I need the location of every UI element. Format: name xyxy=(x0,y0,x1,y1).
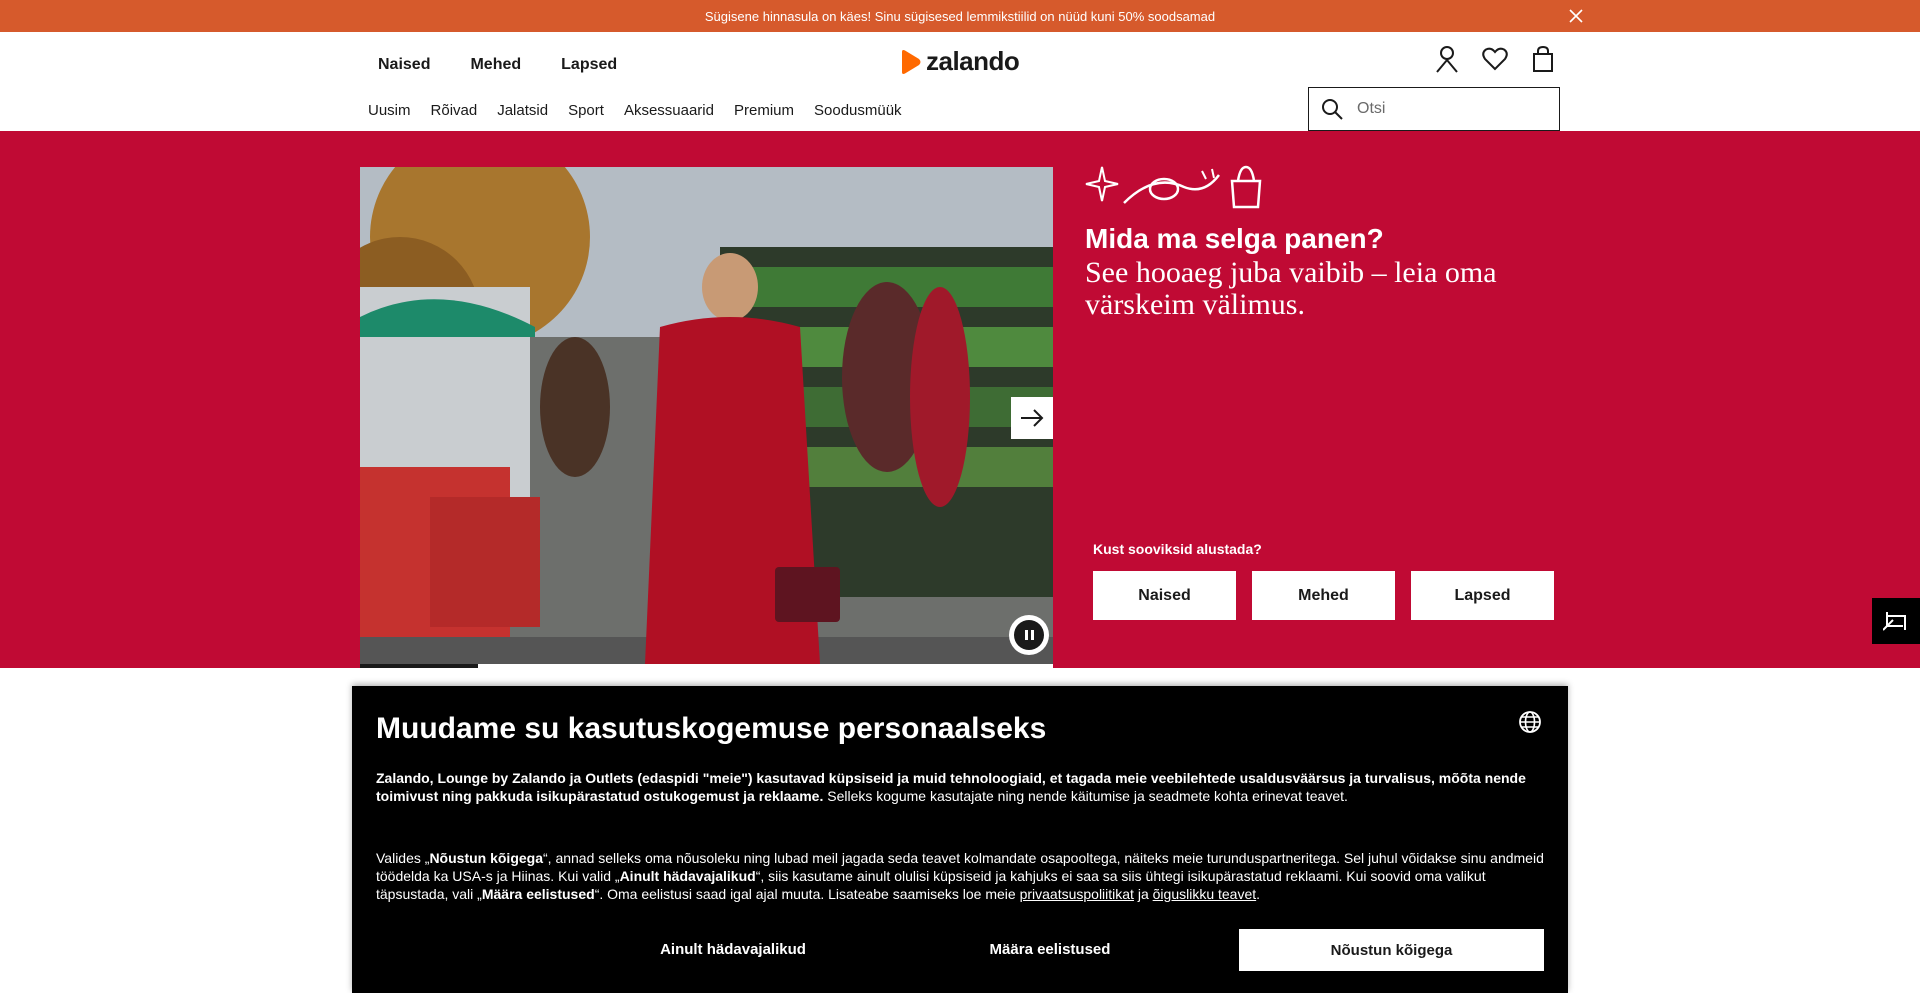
category-nav: Uusim Rõivad Jalatsid Sport Aksessuaarid… xyxy=(368,102,902,119)
hero-subtitle: See hooaeg juba vaibib – leia oma värske… xyxy=(1085,256,1497,321)
consent-text: . xyxy=(1256,886,1261,902)
next-slide-button[interactable] xyxy=(1011,397,1053,439)
consent-bold: Määra eelistused xyxy=(481,886,595,902)
header-icons xyxy=(1434,44,1556,74)
globe-icon[interactable] xyxy=(1518,710,1542,734)
feedback-tab[interactable] xyxy=(1872,598,1920,644)
hero-image[interactable] xyxy=(360,167,1053,664)
nav-sport[interactable]: Sport xyxy=(568,102,604,119)
consent-text: ja xyxy=(1133,886,1153,902)
tab-lapsed[interactable]: Lapsed xyxy=(561,56,617,74)
consent-p1-rest: Selleks kogume kasutajate ning nende käi… xyxy=(823,788,1348,804)
zalando-logo[interactable]: zalando xyxy=(898,46,1020,77)
essential-only-button[interactable]: Ainult hädavajalikud xyxy=(581,929,885,971)
nav-premium[interactable]: Premium xyxy=(734,102,794,119)
hero-buttons: Naised Mehed Lapsed xyxy=(1093,571,1554,620)
hero-photo xyxy=(360,167,1053,664)
search-input[interactable] xyxy=(1357,100,1537,118)
consent-bold: Nõustun kõigega xyxy=(429,850,543,866)
pause-icon xyxy=(1014,620,1044,650)
search-icon xyxy=(1322,99,1343,120)
consent-text: Valides „ xyxy=(376,850,430,866)
promo-banner: Sügisene hinnasula on käes! Sinu sügises… xyxy=(0,0,1920,32)
consent-text: “. Oma eelistusi saad igal ajal muuta. L… xyxy=(594,886,1020,902)
hero-prompt: Kust sooviksid alustada? xyxy=(1093,541,1262,557)
shop-naised-button[interactable]: Naised xyxy=(1093,571,1236,620)
consent-paragraph-1: Zalando, Lounge by Zalando ja Outlets (e… xyxy=(376,769,1546,805)
pause-button[interactable] xyxy=(1009,615,1049,655)
bag-icon[interactable] xyxy=(1530,44,1556,74)
arrow-right-icon xyxy=(1021,409,1044,427)
slide-progress xyxy=(360,664,1053,668)
nav-roivad[interactable]: Rõivad xyxy=(431,102,478,119)
nav-soodusmuuk[interactable]: Soodusmüük xyxy=(814,102,902,119)
shop-lapsed-button[interactable]: Lapsed xyxy=(1411,571,1554,620)
consent-paragraph-2: Valides „Nõustun kõigega“, annad selleks… xyxy=(376,849,1546,903)
set-preferences-button[interactable]: Määra eelistused xyxy=(898,929,1202,971)
consent-bold: Ainult hädavajalikud xyxy=(619,868,756,884)
nav-uusim[interactable]: Uusim xyxy=(368,102,411,119)
hero-section: Mida ma selga panen? See hooaeg juba vai… xyxy=(0,131,1920,668)
nav-jalatsid[interactable]: Jalatsid xyxy=(497,102,548,119)
accept-all-button[interactable]: Nõustun kõigega xyxy=(1239,929,1544,971)
tab-mehed[interactable]: Mehed xyxy=(470,56,521,74)
hero-illustration xyxy=(1084,165,1264,214)
hero-title: Mida ma selga panen? xyxy=(1085,223,1384,254)
logo-mark-icon xyxy=(902,49,921,74)
gender-tabs: Naised Mehed Lapsed xyxy=(378,56,617,74)
site-header: Naised Mehed Lapsed zalando Uusim Rõivad… xyxy=(0,32,1920,131)
user-icon[interactable] xyxy=(1434,44,1460,74)
shop-mehed-button[interactable]: Mehed xyxy=(1252,571,1395,620)
nav-aksessuaarid[interactable]: Aksessuaarid xyxy=(624,102,714,119)
slide-progress-fill xyxy=(360,664,478,668)
legal-info-link[interactable]: õiguslikku teavet xyxy=(1153,886,1257,902)
cookie-consent-dialog: Muudame su kasutuskogemuse personaalseks… xyxy=(352,686,1568,993)
promo-text: Sügisene hinnasula on käes! Sinu sügises… xyxy=(704,8,1216,24)
consent-actions: Ainult hädavajalikud Määra eelistused Nõ… xyxy=(352,929,1568,971)
close-icon[interactable] xyxy=(1568,8,1584,24)
search-box[interactable] xyxy=(1308,87,1560,131)
logo-text: zalando xyxy=(926,46,1020,76)
tab-naised[interactable]: Naised xyxy=(378,56,430,74)
feedback-icon xyxy=(1883,612,1906,631)
consent-title: Muudame su kasutuskogemuse personaalseks xyxy=(376,712,1047,745)
heart-icon[interactable] xyxy=(1482,44,1508,74)
privacy-policy-link[interactable]: privaatsuspoliitikat xyxy=(1020,886,1134,902)
